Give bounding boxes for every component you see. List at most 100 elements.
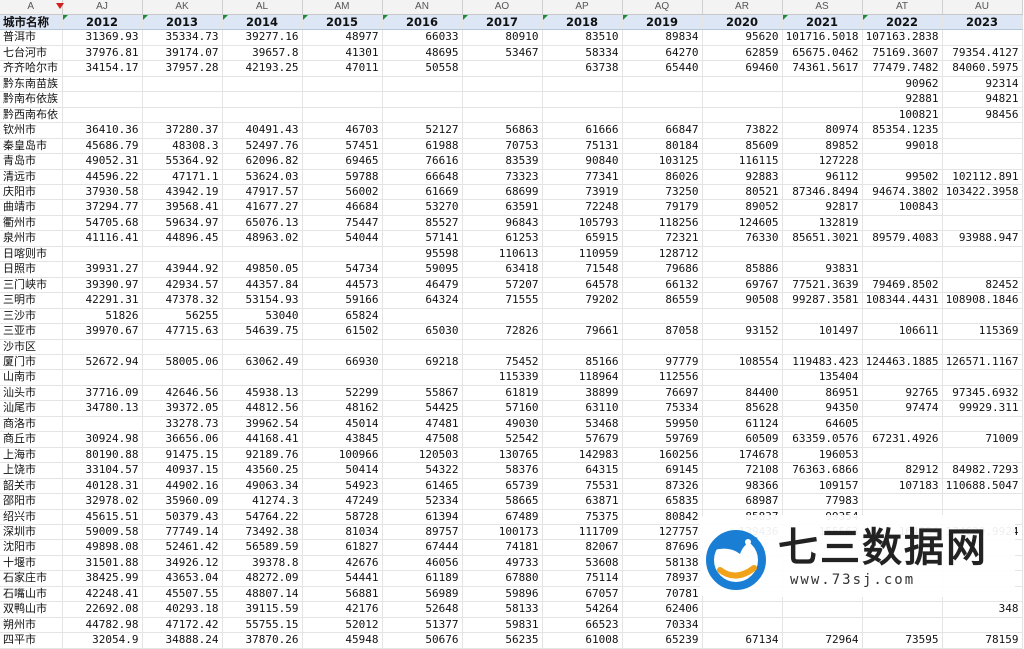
city-cell[interactable]: 秦皇岛市 [0, 138, 63, 155]
value-cell[interactable]: 73919 [542, 184, 623, 201]
column-header-AT[interactable]: AT [862, 0, 943, 15]
city-cell[interactable]: 山南市 [0, 369, 63, 386]
value-cell[interactable]: 71009 [942, 431, 1023, 448]
header-year[interactable]: 2020 [702, 14, 783, 31]
value-cell[interactable]: 45948 [302, 632, 383, 649]
value-cell[interactable] [62, 76, 143, 93]
value-cell[interactable] [62, 416, 143, 433]
value-cell[interactable]: 52127 [382, 122, 463, 139]
value-cell[interactable] [302, 246, 383, 263]
value-cell[interactable]: 82452 [942, 277, 1023, 294]
value-cell[interactable]: 40293.18 [142, 601, 223, 618]
value-cell[interactable] [702, 617, 783, 634]
value-cell[interactable] [782, 91, 863, 108]
value-cell[interactable]: 42934.57 [142, 277, 223, 294]
city-cell[interactable]: 十堰市 [0, 555, 63, 572]
value-cell[interactable]: 75531 [542, 478, 623, 495]
value-cell[interactable]: 100966 [302, 447, 383, 464]
value-cell[interactable]: 80974 [782, 122, 863, 139]
value-cell[interactable]: 42676 [302, 555, 383, 572]
value-cell[interactable]: 81034 [302, 524, 383, 541]
value-cell[interactable]: 103422.3958 [942, 184, 1023, 201]
value-cell[interactable]: 47172.42 [142, 617, 223, 634]
value-cell[interactable]: 79469.8502 [862, 277, 943, 294]
header-year[interactable]: 2013 [142, 14, 223, 31]
value-cell[interactable]: 34888.24 [142, 632, 223, 649]
value-cell[interactable]: 70753 [462, 138, 543, 155]
value-cell[interactable]: 86559 [622, 292, 703, 309]
value-cell[interactable]: 47011 [302, 60, 383, 77]
value-cell[interactable]: 92817 [782, 199, 863, 216]
value-cell[interactable] [702, 246, 783, 263]
value-cell[interactable]: 57207 [462, 277, 543, 294]
value-cell[interactable]: 58334 [542, 45, 623, 62]
value-cell[interactable]: 32054.9 [62, 632, 143, 649]
value-cell[interactable]: 118964 [542, 369, 623, 386]
value-cell[interactable]: 66648 [382, 169, 463, 185]
value-cell[interactable]: 63418 [462, 261, 543, 278]
value-cell[interactable]: 44896.45 [142, 230, 223, 247]
value-cell[interactable]: 57160 [462, 400, 543, 417]
city-cell[interactable]: 黔东南苗族 [0, 76, 63, 93]
value-cell[interactable]: 46684 [302, 199, 383, 216]
city-cell[interactable]: 衢州市 [0, 215, 63, 232]
value-cell[interactable]: 39372.05 [142, 400, 223, 417]
value-cell[interactable]: 92314 [942, 76, 1023, 93]
value-cell[interactable]: 62406 [622, 601, 703, 618]
value-cell[interactable]: 53270 [382, 199, 463, 216]
value-cell[interactable] [62, 107, 143, 124]
value-cell[interactable]: 56863 [462, 122, 543, 139]
value-cell[interactable]: 110688.5047 [942, 478, 1023, 495]
value-cell[interactable]: 64324 [382, 292, 463, 309]
value-cell[interactable] [302, 369, 383, 386]
value-cell[interactable]: 55867 [382, 385, 463, 402]
value-cell[interactable]: 47481 [382, 416, 463, 433]
value-cell[interactable] [222, 246, 303, 263]
value-cell[interactable]: 37294.77 [62, 199, 143, 216]
value-cell[interactable]: 67057 [542, 586, 623, 603]
header-year[interactable]: 2021 [782, 14, 863, 31]
value-cell[interactable]: 89052 [702, 199, 783, 216]
value-cell[interactable]: 160256 [622, 447, 703, 464]
value-cell[interactable]: 72108 [702, 462, 783, 479]
value-cell[interactable]: 53468 [542, 416, 623, 433]
value-cell[interactable] [942, 153, 1023, 170]
value-cell[interactable] [942, 261, 1023, 278]
value-cell[interactable]: 66132 [622, 277, 703, 294]
value-cell[interactable]: 59831 [462, 617, 543, 634]
value-cell[interactable]: 100843 [862, 199, 943, 216]
value-cell[interactable]: 49030 [462, 416, 543, 433]
value-cell[interactable]: 54734 [302, 261, 383, 278]
value-cell[interactable]: 108908.1846 [942, 292, 1023, 309]
value-cell[interactable] [382, 339, 463, 355]
value-cell[interactable]: 64315 [542, 462, 623, 479]
value-cell[interactable]: 59166 [302, 292, 383, 309]
value-cell[interactable]: 56235 [462, 632, 543, 649]
value-cell[interactable]: 67134 [702, 632, 783, 649]
value-cell[interactable]: 52497.76 [222, 138, 303, 155]
value-cell[interactable]: 48308.3 [142, 138, 223, 155]
value-cell[interactable] [62, 339, 143, 355]
city-cell[interactable]: 青岛市 [0, 153, 63, 170]
value-cell[interactable] [622, 339, 703, 355]
value-cell[interactable]: 42646.56 [142, 385, 223, 402]
value-cell[interactable]: 47508 [382, 431, 463, 448]
value-cell[interactable]: 77983 [782, 493, 863, 510]
value-cell[interactable]: 36656.06 [142, 431, 223, 448]
value-cell[interactable]: 40128.31 [62, 478, 143, 495]
city-cell[interactable]: 钦州市 [0, 122, 63, 139]
value-cell[interactable]: 48272.09 [222, 570, 303, 587]
value-cell[interactable]: 95620 [702, 29, 783, 46]
column-header-AR[interactable]: AR [702, 0, 783, 15]
value-cell[interactable]: 100173 [462, 524, 543, 541]
value-cell[interactable]: 79661 [542, 323, 623, 340]
value-cell[interactable]: 174678 [702, 447, 783, 464]
value-cell[interactable]: 53154.93 [222, 292, 303, 309]
value-cell[interactable]: 99502 [862, 169, 943, 185]
value-cell[interactable]: 37957.28 [142, 60, 223, 77]
value-cell[interactable]: 57141 [382, 230, 463, 247]
value-cell[interactable] [62, 246, 143, 263]
value-cell[interactable]: 85628 [702, 400, 783, 417]
value-cell[interactable] [782, 339, 863, 355]
value-cell[interactable] [542, 339, 623, 355]
